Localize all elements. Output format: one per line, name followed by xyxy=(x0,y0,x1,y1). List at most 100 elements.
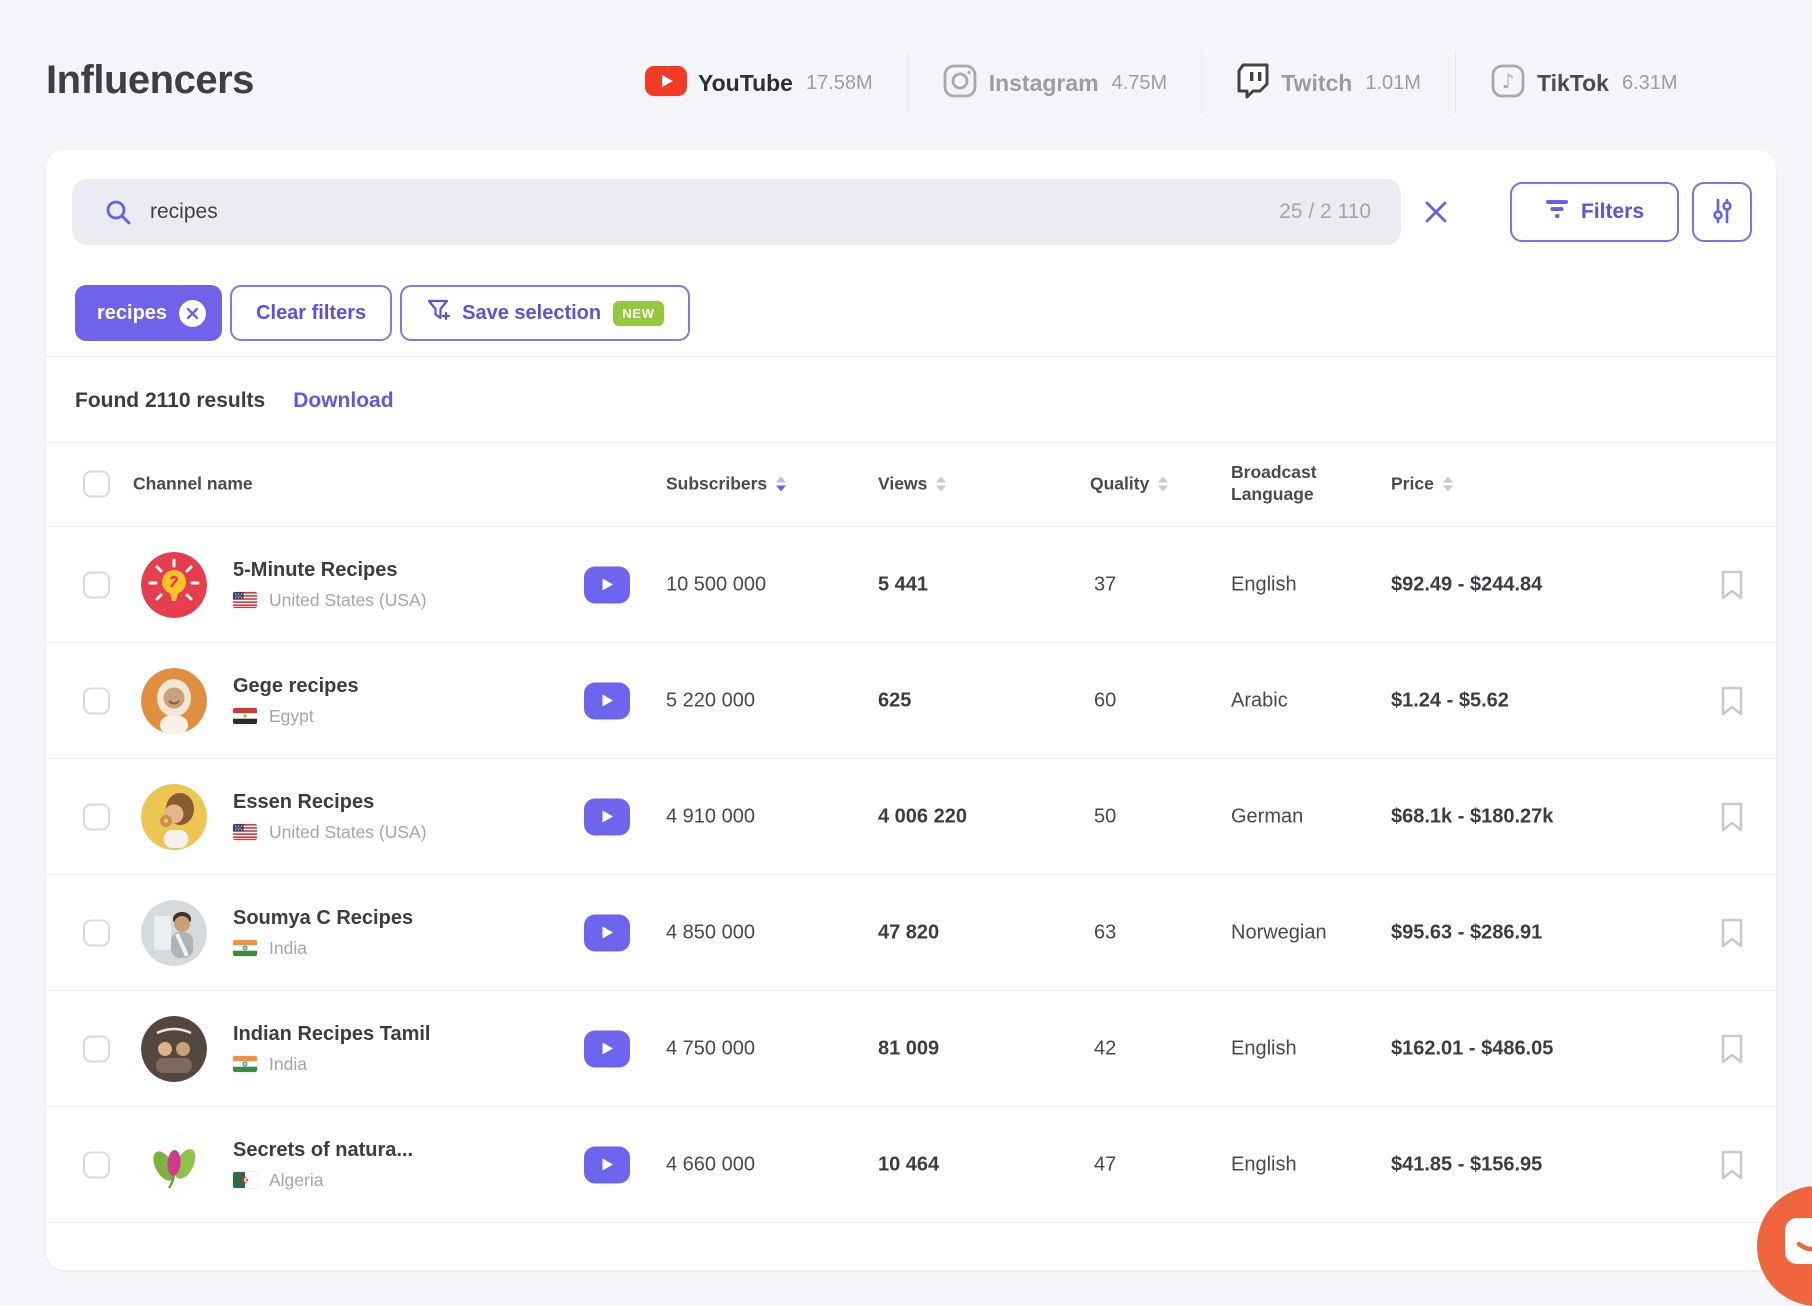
sort-icon xyxy=(1158,476,1169,492)
language-value: German xyxy=(1231,805,1304,827)
language-value: English xyxy=(1231,1153,1297,1175)
country-flag-icon xyxy=(233,824,257,840)
row-checkbox[interactable] xyxy=(83,1151,110,1178)
save-selection-label: Save selection xyxy=(462,301,602,324)
country-name: India xyxy=(269,937,307,958)
bookmark-icon[interactable] xyxy=(1719,686,1745,716)
page-title: Influencers xyxy=(46,58,254,102)
column-header-price[interactable]: Price xyxy=(1391,474,1453,495)
views-value: 4 006 220 xyxy=(878,805,967,827)
youtube-play-button[interactable] xyxy=(584,798,630,835)
table-row[interactable]: 5-Minute Recipes United States (USA) 10 … xyxy=(46,527,1776,643)
row-checkbox[interactable] xyxy=(83,1035,110,1062)
price-value: $1.24 - $5.62 xyxy=(1391,689,1509,711)
channel-info: Gege recipes Egypt xyxy=(233,675,359,727)
filter-chip-label: recipes xyxy=(97,301,168,324)
subscribers-value: 10 500 000 xyxy=(666,573,767,595)
clear-filters-button[interactable]: Clear filters xyxy=(230,285,393,341)
price-value: $68.1k - $180.27k xyxy=(1391,805,1554,827)
table-row[interactable]: Secrets of natura... Algeria 4 660 000 1… xyxy=(46,1107,1776,1223)
remove-filter-icon[interactable] xyxy=(179,299,207,327)
clear-search-icon[interactable] xyxy=(1419,196,1453,228)
table-header: Channel name Subscribers Views Quality B… xyxy=(46,442,1776,526)
subscribers-value: 4 660 000 xyxy=(666,1153,755,1175)
table-row[interactable]: Gege recipes Egypt 5 220 000 625 60 Arab… xyxy=(46,643,1776,759)
tab-instagram[interactable]: Instagram 4.75M xyxy=(908,63,1202,104)
display-settings-button[interactable] xyxy=(1692,182,1752,242)
channel-avatar xyxy=(141,899,207,966)
tab-tiktok[interactable]: ♪ TikTok 6.31M xyxy=(1456,63,1712,104)
column-header-channel-name: Channel name xyxy=(133,473,253,494)
country-name: Algeria xyxy=(269,1169,324,1190)
table-row[interactable]: Soumya C Recipes India 4 850 000 47 820 … xyxy=(46,875,1776,991)
channel-name[interactable]: 5-Minute Recipes xyxy=(233,559,427,582)
quality-value: 63 xyxy=(1094,921,1117,943)
channel-avatar xyxy=(141,783,207,850)
table-row[interactable]: Indian Recipes Tamil India 4 750 000 81 … xyxy=(46,991,1776,1107)
views-value: 5 441 xyxy=(878,573,929,595)
language-value: English xyxy=(1231,573,1297,595)
country-name: United States (USA) xyxy=(269,821,427,842)
row-checkbox[interactable] xyxy=(83,803,110,830)
quality-value: 50 xyxy=(1094,805,1117,827)
youtube-play-button[interactable] xyxy=(584,914,630,951)
channel-info: Secrets of natura... Algeria xyxy=(233,1139,413,1191)
country-flag-icon xyxy=(233,1172,257,1188)
youtube-play-button[interactable] xyxy=(584,1146,630,1183)
channel-info: Soumya C Recipes India xyxy=(233,907,413,959)
subscribers-value: 5 220 000 xyxy=(666,689,755,711)
download-link[interactable]: Download xyxy=(293,389,393,413)
views-value: 625 xyxy=(878,689,912,711)
row-checkbox[interactable] xyxy=(83,919,110,946)
table-body: 5-Minute Recipes United States (USA) 10 … xyxy=(46,526,1776,1223)
youtube-play-button[interactable] xyxy=(584,1030,630,1067)
filters-button[interactable]: Filters xyxy=(1510,182,1679,242)
quality-value: 37 xyxy=(1094,573,1117,595)
row-checkbox[interactable] xyxy=(83,571,110,598)
tab-youtube[interactable]: YouTube 17.58M xyxy=(645,65,907,101)
results-summary-row: Found 2110 results Download xyxy=(75,378,394,424)
subscribers-value: 4 750 000 xyxy=(666,1037,755,1059)
youtube-play-button[interactable] xyxy=(584,566,630,603)
youtube-play-button[interactable] xyxy=(584,682,630,719)
select-all-checkbox[interactable] xyxy=(83,470,110,498)
channel-name[interactable]: Gege recipes xyxy=(233,675,359,698)
filter-chip-recipes[interactable]: recipes xyxy=(75,285,223,341)
platform-name: YouTube xyxy=(698,69,793,96)
channel-name[interactable]: Secrets of natura... xyxy=(233,1139,413,1162)
row-checkbox[interactable] xyxy=(83,687,110,714)
quality-value: 47 xyxy=(1094,1153,1117,1175)
bookmark-icon[interactable] xyxy=(1719,570,1745,600)
search-input[interactable] xyxy=(150,200,1280,224)
tab-twitch[interactable]: Twitch 1.01M xyxy=(1202,63,1455,104)
language-value: English xyxy=(1231,1037,1297,1059)
column-header-views[interactable]: Views xyxy=(878,474,947,495)
bookmark-icon[interactable] xyxy=(1719,918,1745,948)
results-card: 25 / 2 110 Filters recipes Clear filters xyxy=(46,150,1776,1270)
active-filters-bar: recipes Clear filters Save selection NEW xyxy=(75,285,690,341)
subscribers-value: 4 910 000 xyxy=(666,805,755,827)
funnel-plus-icon xyxy=(426,298,451,328)
bookmark-icon[interactable] xyxy=(1719,802,1745,832)
channel-name[interactable]: Essen Recipes xyxy=(233,791,427,814)
sort-icon xyxy=(936,476,947,492)
sort-icon xyxy=(776,476,787,492)
save-selection-button[interactable]: Save selection NEW xyxy=(400,285,690,341)
platform-count: 6.31M xyxy=(1621,71,1678,94)
price-value: $41.85 - $156.95 xyxy=(1391,1153,1543,1175)
chat-bubble-icon xyxy=(1785,1218,1812,1264)
channel-avatar xyxy=(141,667,207,734)
svg-text:♪: ♪ xyxy=(1502,69,1515,93)
column-header-subscribers[interactable]: Subscribers xyxy=(666,474,787,495)
quality-value: 42 xyxy=(1094,1037,1117,1059)
results-count-text: Found 2110 results xyxy=(75,389,266,412)
column-header-quality[interactable]: Quality xyxy=(1090,474,1169,495)
channel-name[interactable]: Indian Recipes Tamil xyxy=(233,1023,430,1046)
tiktok-icon: ♪ xyxy=(1490,63,1526,104)
channel-info: Indian Recipes Tamil India xyxy=(233,1023,430,1075)
channel-name[interactable]: Soumya C Recipes xyxy=(233,907,413,930)
table-row[interactable]: Essen Recipes United States (USA) 4 910 … xyxy=(46,759,1776,875)
bookmark-icon[interactable] xyxy=(1719,1150,1745,1180)
bookmark-icon[interactable] xyxy=(1719,1034,1745,1064)
price-value: $92.49 - $244.84 xyxy=(1391,573,1543,595)
